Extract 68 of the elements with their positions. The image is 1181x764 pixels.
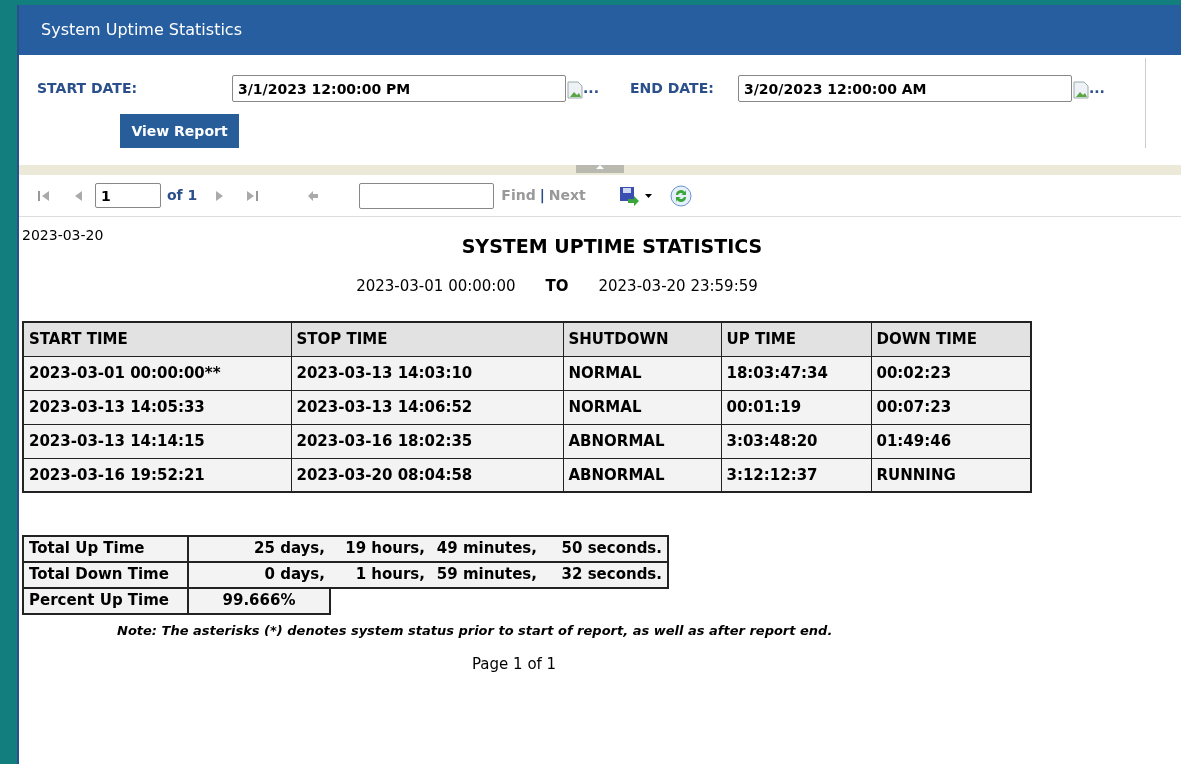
- table-cell: 2023-03-13 14:14:15: [23, 424, 291, 458]
- table-cell: 2023-03-13 14:03:10: [291, 356, 563, 390]
- table-cell: ABNORMAL: [563, 458, 721, 492]
- summary-label: Percent Up Time: [23, 588, 188, 614]
- find-field[interactable]: [359, 182, 495, 209]
- table-cell: NORMAL: [563, 390, 721, 424]
- summary-value: 19 hours,: [330, 536, 430, 562]
- table-cell: 2023-03-13 14:05:33: [23, 390, 291, 424]
- table-cell: RUNNING: [871, 458, 1031, 492]
- table-cell: 00:02:23: [871, 356, 1031, 390]
- separator: |: [539, 186, 545, 206]
- summary-value: 50 seconds.: [542, 536, 668, 562]
- table-cell: 2023-03-16 19:52:21: [23, 458, 291, 492]
- report-date: 2023-03-20: [22, 226, 105, 245]
- export-button[interactable]: [618, 185, 652, 206]
- summary-value: 59 minutes,: [430, 562, 542, 588]
- table-cell: 3:12:12:37: [721, 458, 871, 492]
- column-header: SHUTDOWN: [563, 322, 721, 356]
- table-cell: NORMAL: [563, 356, 721, 390]
- summary-label: Total Down Time: [23, 562, 188, 588]
- broken-image-icon: [567, 81, 583, 99]
- table-cell: ABNORMAL: [563, 424, 721, 458]
- column-header: DOWN TIME: [871, 322, 1031, 356]
- summary-label: Total Up Time: [23, 536, 188, 562]
- table-cell: 00:07:23: [871, 390, 1031, 424]
- back-arrow-icon[interactable]: [307, 189, 320, 202]
- date-picker-button[interactable]: ...: [1072, 78, 1105, 99]
- caret-up-icon: [596, 165, 604, 169]
- summary-value: 49 minutes,: [430, 536, 542, 562]
- table-cell: 2023-03-20 08:04:58: [291, 458, 563, 492]
- page-field[interactable]: 1: [95, 183, 161, 208]
- footnote: Note: The asterisks (*) denotes system status prior to start of report, as well as after report end.: [117, 622, 834, 640]
- column-header: UP TIME: [721, 322, 871, 356]
- table-cell: 01:49:46: [871, 424, 1031, 458]
- summary-value: 1 hours,: [330, 562, 430, 588]
- table-cell: 2023-03-13 14:06:52: [291, 390, 563, 424]
- summary-value: 0 days,: [188, 562, 330, 588]
- view-report-button[interactable]: View Report: [120, 114, 239, 148]
- range-to-label: TO: [545, 275, 569, 297]
- page-count: of 1: [167, 186, 198, 205]
- collapse-handle[interactable]: [576, 165, 624, 173]
- table-cell: 00:01:19: [721, 390, 871, 424]
- field-label: END DATE:: [629, 79, 715, 98]
- last-page-icon[interactable]: [245, 188, 260, 203]
- range-end: 2023-03-20 23:59:59: [598, 275, 758, 297]
- table-cell: 3:03:48:20: [721, 424, 871, 458]
- column-header: START TIME: [23, 322, 291, 356]
- previous-page-icon[interactable]: [73, 188, 83, 203]
- summary-value: 32 seconds.: [542, 562, 668, 588]
- report-title: SYSTEM UPTIME STATISTICS: [461, 234, 763, 259]
- refresh-icon[interactable]: [669, 184, 692, 207]
- range-start: 2023-03-01 00:00:00: [356, 275, 516, 297]
- field-label: START DATE:: [37, 79, 139, 98]
- date-field[interactable]: 3/1/2023 12:00:00 PM: [232, 75, 566, 102]
- table-cell: 18:03:47:34: [721, 356, 871, 390]
- caret-down-icon: [644, 193, 652, 198]
- window-title: System Uptime Statistics: [41, 19, 242, 41]
- table-cell: 2023-03-01 00:00:00**: [23, 356, 291, 390]
- table-cell: 2023-03-16 18:02:35: [291, 424, 563, 458]
- summary-value: 99.666%: [188, 588, 330, 614]
- column-header: STOP TIME: [291, 322, 563, 356]
- save-icon: [618, 185, 641, 206]
- page-footer: Page 1 of 1: [472, 652, 1181, 675]
- first-page-icon[interactable]: [37, 188, 51, 203]
- date-field[interactable]: 3/20/2023 12:00:00 AM: [737, 75, 1072, 102]
- broken-image-icon: [1072, 81, 1089, 99]
- date-picker-button[interactable]: ...: [567, 78, 599, 99]
- summary-value: 25 days,: [188, 536, 330, 562]
